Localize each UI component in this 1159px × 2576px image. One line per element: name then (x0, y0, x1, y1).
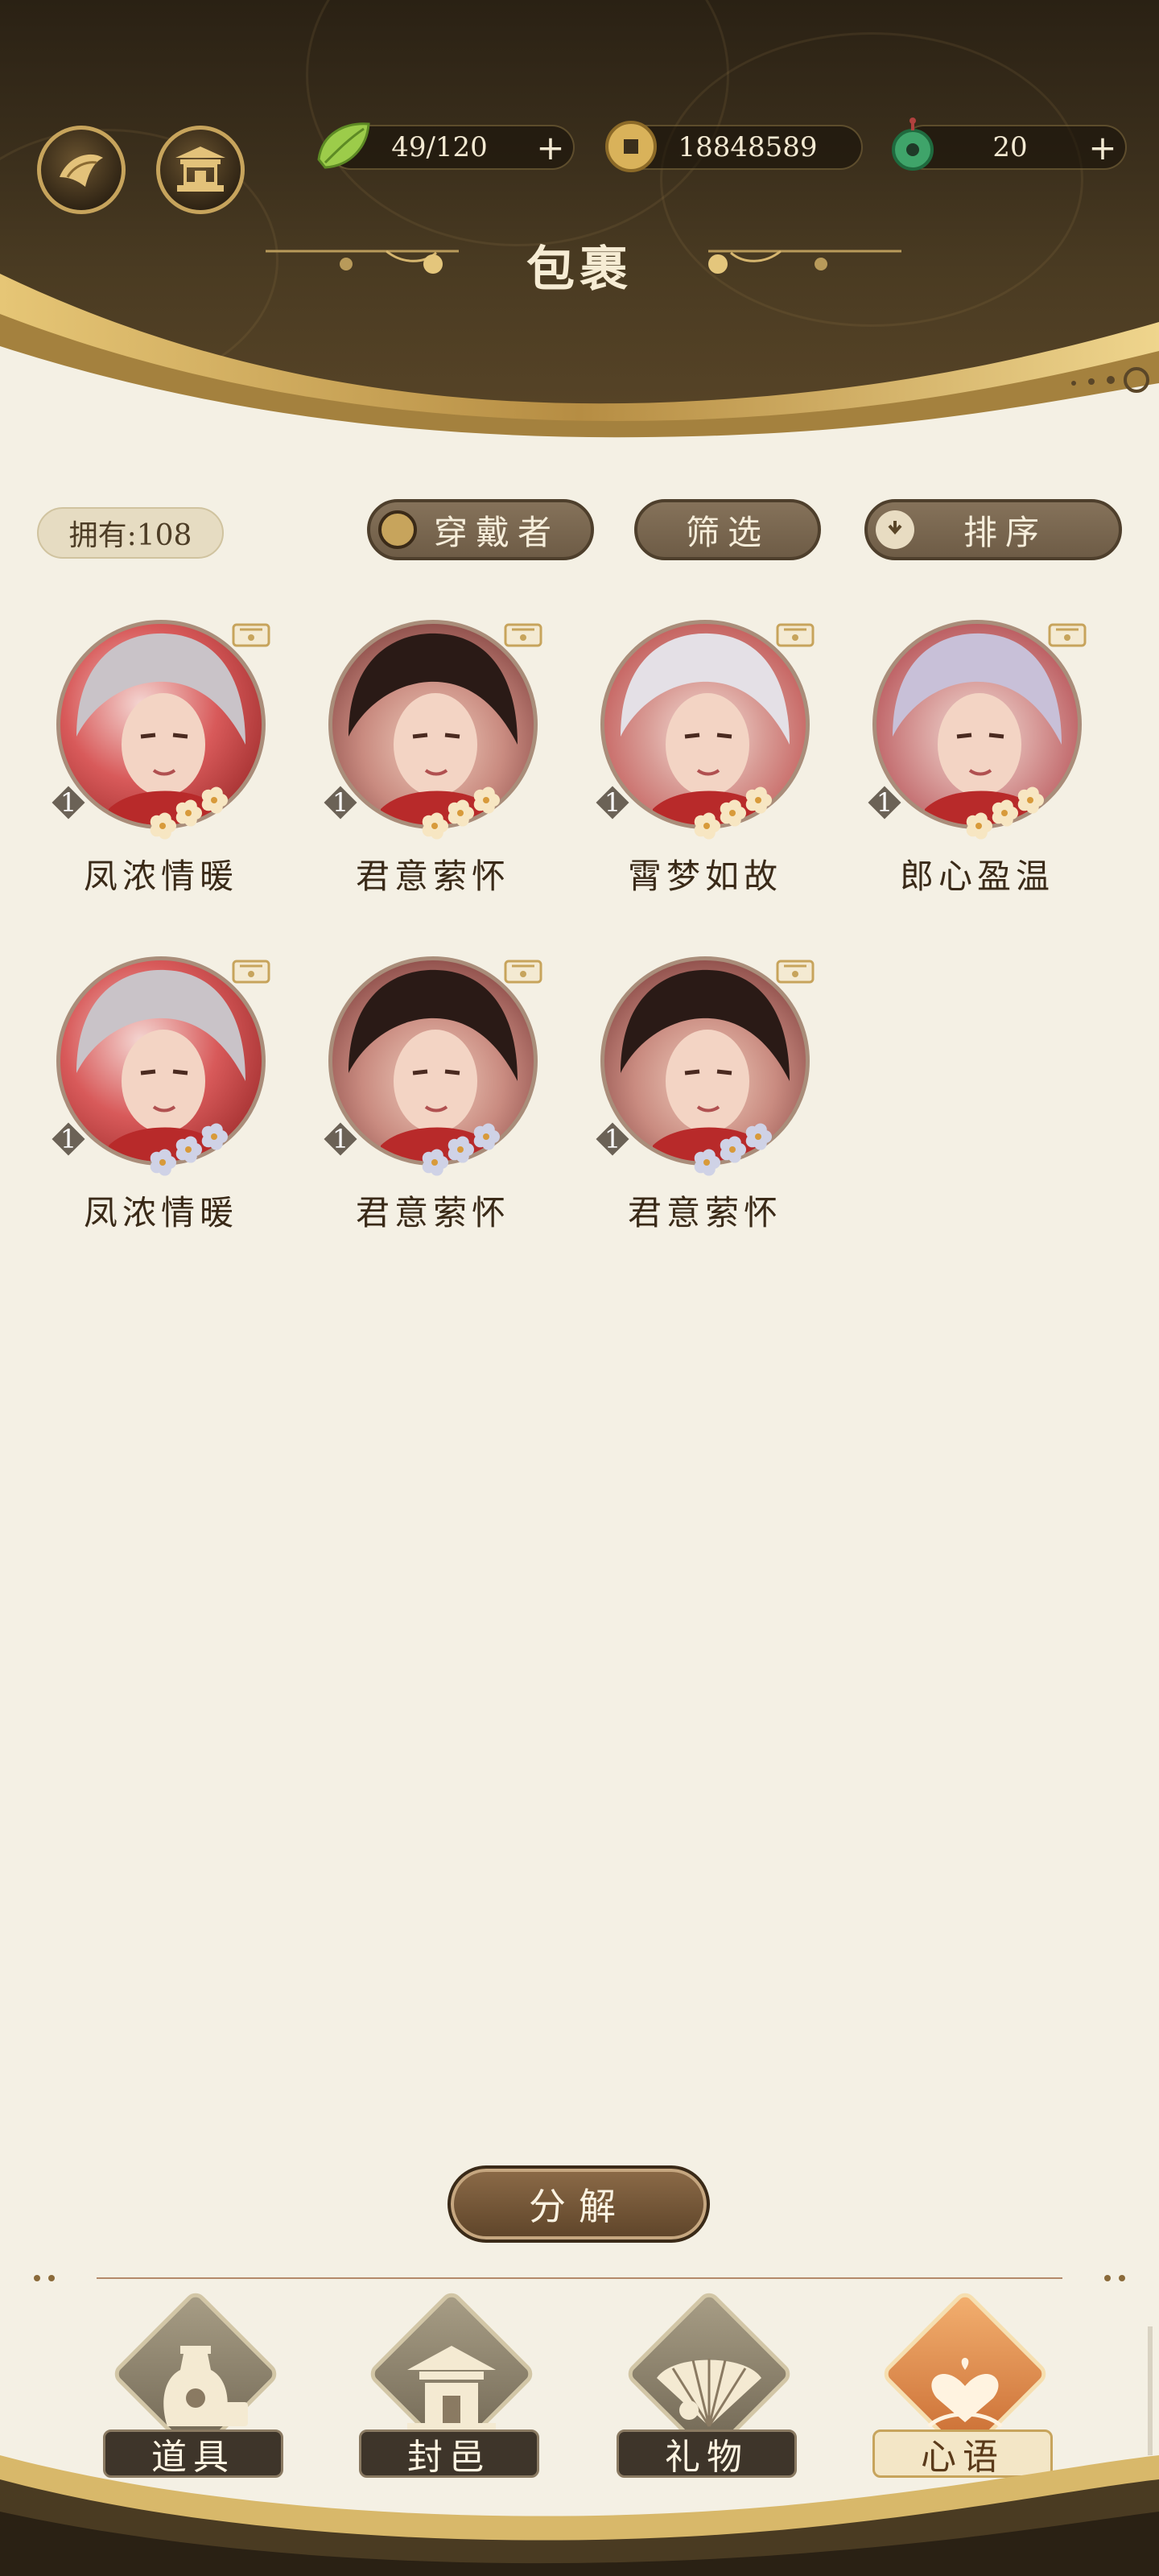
item-count: 1 (60, 1124, 77, 1154)
filter-label: 筛选 (685, 512, 769, 552)
lock-tag-icon (504, 960, 542, 984)
sort-label: 排序 (963, 512, 1047, 552)
filter-button[interactable]: 筛选 (634, 499, 821, 560)
lock-tag-icon (232, 960, 270, 984)
jade-pendant-icon (892, 118, 934, 171)
wearer-label: 穿戴者 (433, 512, 559, 552)
page-title: 包裹 (526, 242, 633, 298)
item-card[interactable]: 1 郎心盈温 (832, 620, 1087, 942)
lock-tag-icon (776, 960, 815, 984)
bottom-gold-border (0, 2455, 1159, 2576)
decompose-button[interactable]: 分解 (448, 2165, 710, 2243)
add-jade-button[interactable]: + (1085, 131, 1120, 167)
coin-value: 18848589 (678, 131, 818, 163)
lock-tag-icon (1048, 623, 1087, 647)
item-count: 1 (332, 1124, 349, 1154)
item-count: 1 (332, 787, 349, 818)
leaf-icon (317, 122, 370, 169)
item-name: 君意萦怀 (355, 857, 510, 896)
item-card[interactable]: 1 君意萦怀 (560, 956, 815, 1278)
coin-icon (605, 121, 657, 172)
plum-blossom-icon (694, 1123, 772, 1176)
stamina-value: 49/120 (391, 131, 488, 163)
plum-blossom-icon (694, 786, 772, 840)
wearer-toggle-icon (378, 510, 417, 549)
item-name: 霄梦如故 (627, 857, 782, 896)
jade-value: 20 (992, 131, 1028, 163)
plum-blossom-icon (966, 786, 1044, 840)
sort-button[interactable]: 排序 (864, 499, 1122, 560)
fan-icon (60, 154, 103, 187)
owned-count: 拥有:108 (37, 507, 224, 559)
lock-tag-icon (776, 623, 815, 647)
lock-tag-icon (504, 623, 542, 647)
item-card[interactable]: 1 君意萦怀 (288, 620, 542, 942)
plum-blossom-icon (150, 786, 228, 840)
plum-blossom-icon (422, 786, 500, 840)
pavilion-button[interactable] (156, 126, 245, 214)
title-ornament-right (708, 250, 901, 274)
item-count: 1 (604, 1124, 621, 1154)
item-name: 凤浓情暖 (83, 857, 238, 896)
pavilion-icon (175, 147, 225, 192)
plum-blossom-icon (422, 1123, 500, 1176)
item-card[interactable]: 1 凤浓情暖 (16, 956, 270, 1278)
wearer-button[interactable]: 穿戴者 (367, 499, 594, 560)
lock-tag-icon (232, 623, 270, 647)
item-card[interactable]: 1 凤浓情暖 (16, 620, 270, 942)
item-name: 君意萦怀 (355, 1193, 510, 1232)
item-card[interactable]: 1 霄梦如故 (560, 620, 815, 942)
item-name: 君意萦怀 (627, 1193, 782, 1232)
item-count: 1 (876, 787, 893, 818)
nav-divider (34, 2275, 1125, 2281)
item-name: 郎心盈温 (899, 857, 1054, 896)
sort-arrow-icon (876, 510, 914, 549)
item-count: 1 (60, 787, 77, 818)
item-card[interactable]: 1 君意萦怀 (288, 956, 542, 1278)
plum-blossom-icon (150, 1123, 228, 1176)
add-stamina-button[interactable]: + (533, 131, 568, 167)
item-name: 凤浓情暖 (83, 1193, 238, 1232)
left-menu-button[interactable] (37, 126, 126, 214)
top-banner: 49/120 + 18848589 20 + 包裹 (0, 0, 1159, 451)
item-count: 1 (604, 787, 621, 818)
